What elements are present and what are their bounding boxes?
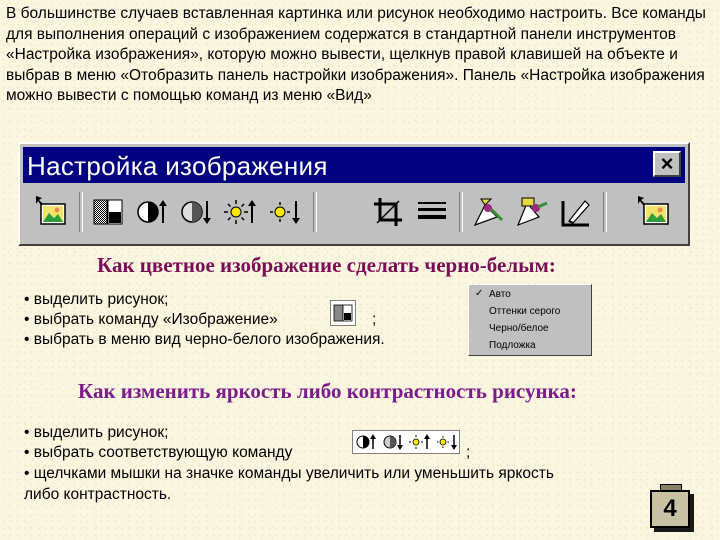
menu-item-black-white[interactable]: Черно/белое <box>489 322 549 336</box>
image-color-icon <box>93 199 123 225</box>
picture-toolbar <box>23 186 685 240</box>
text-wrapping-icon <box>473 198 504 227</box>
format-picture-icon <box>516 197 548 227</box>
section2-bullet-3: • щелчками мышки на значке команды увели… <box>24 465 554 482</box>
menu-item-watermark[interactable]: Подложка <box>489 339 536 353</box>
toolbar-titlebar[interactable]: Настройка изображения × <box>23 147 685 183</box>
less-contrast-button[interactable] <box>175 190 217 234</box>
more-brightness-button[interactable] <box>219 190 261 234</box>
image-color-menu: ✓ Авто Оттенки серого Черно/белое Подлож… <box>468 284 592 356</box>
page-number: 4 <box>650 490 690 528</box>
checkmark-icon: ✓ <box>475 288 484 299</box>
more-brightness-icon <box>224 200 256 224</box>
close-button[interactable]: × <box>653 151 681 177</box>
less-contrast-icon <box>181 201 211 224</box>
less-brightness-button[interactable] <box>263 190 305 234</box>
less-contrast-icon <box>383 435 403 450</box>
more-contrast-icon <box>356 434 377 449</box>
format-picture-button[interactable] <box>511 190 553 234</box>
more-brightness-icon <box>409 434 431 449</box>
section1-heading: Как цветное изображение сделать черно-бе… <box>97 253 556 277</box>
text-wrapping-button[interactable] <box>467 190 509 234</box>
more-contrast-button[interactable] <box>131 190 173 234</box>
section2-semicolon: ; <box>466 444 471 461</box>
less-brightness-icon <box>270 201 300 224</box>
close-icon: × <box>660 151 674 176</box>
insert-picture-button[interactable] <box>31 190 73 234</box>
more-contrast-icon <box>137 200 167 223</box>
image-color-icon <box>333 304 353 322</box>
picture-toolbar-window: Настройка изображения × <box>18 142 690 246</box>
toolbar-title: Настройка изображения <box>27 151 328 181</box>
section1-bullet-1: • выделить рисунок; <box>24 291 169 308</box>
line-style-icon <box>418 202 446 219</box>
intro-paragraph: В большинстве случаев вставленная картин… <box>6 5 706 105</box>
line-style-button[interactable] <box>411 190 453 234</box>
crop-button[interactable] <box>367 190 409 234</box>
image-color-button[interactable] <box>87 190 129 234</box>
insert-picture-icon <box>36 196 66 225</box>
crop-icon <box>374 198 402 226</box>
less-brightness-icon <box>436 435 457 450</box>
section1-bullet-3: • выбрать в меню вид черно-белого изобра… <box>24 331 385 348</box>
menu-item-auto[interactable]: Авто <box>489 288 511 302</box>
menu-item-grayscale[interactable]: Оттенки серого <box>489 305 560 319</box>
section2-bullet-4: либо контрастность. <box>24 486 172 503</box>
section2-heading: Как изменить яркость либо контрастность … <box>78 379 577 403</box>
reset-picture-button[interactable] <box>633 190 675 234</box>
reset-picture-icon <box>638 196 669 225</box>
section1-bullet-2: • выбрать команду «Изображение» <box>24 311 278 328</box>
section2-bullet-1: • выделить рисунок; <box>24 424 169 441</box>
image-color-inline-button <box>330 300 356 326</box>
section2-bullet-2: • выбрать соответствующую команду <box>24 444 293 461</box>
set-transparent-color-icon <box>561 200 590 227</box>
brightness-contrast-inline-buttons <box>352 430 460 454</box>
set-transparent-color-button[interactable] <box>555 190 597 234</box>
section1-semicolon: ; <box>372 311 377 328</box>
